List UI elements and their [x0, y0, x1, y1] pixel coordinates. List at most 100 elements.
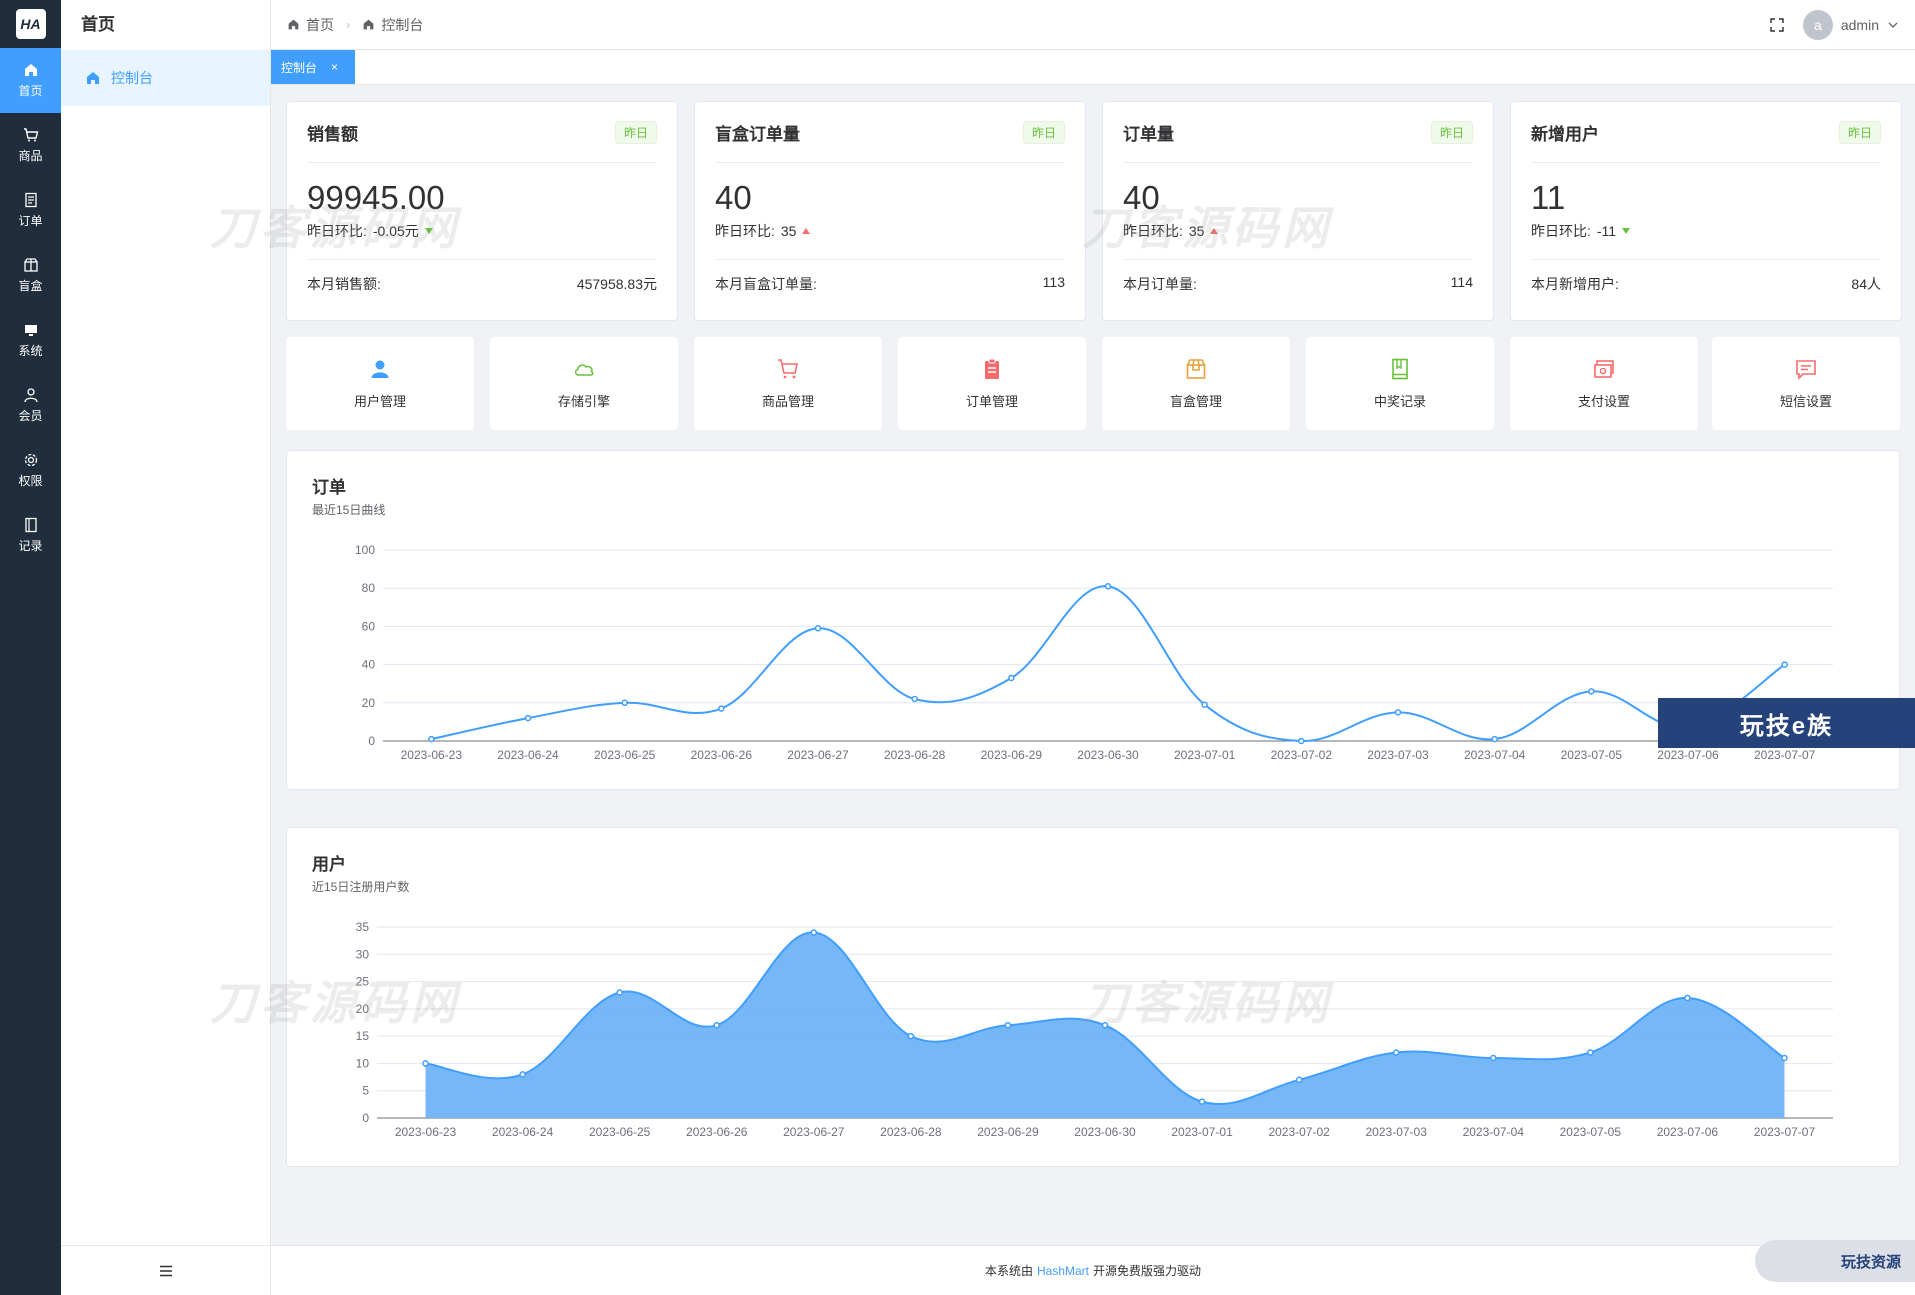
breadcrumb: 首页 › 控制台: [287, 15, 423, 35]
x-tick-label: 2023-06-25: [589, 1125, 651, 1139]
stat-title: 订单量: [1123, 124, 1174, 144]
quick-link-goods[interactable]: 商品管理: [694, 337, 882, 430]
rail-item-label: 系统: [18, 344, 43, 358]
compare-value: 35: [1188, 223, 1205, 239]
period-badge: 昨日: [1838, 120, 1881, 144]
y-tick-label: 80: [362, 581, 376, 595]
data-point: [1490, 1054, 1497, 1062]
data-point: [1008, 674, 1015, 682]
x-tick-label: 2023-07-07: [1754, 748, 1816, 762]
logo-mark: HA: [15, 9, 46, 39]
x-tick-label: 2023-07-06: [1657, 748, 1719, 762]
month-value: 84人: [1851, 276, 1881, 292]
period-badge: 昨日: [1022, 120, 1065, 144]
rail-item-members[interactable]: 会员: [0, 373, 61, 438]
month-value: 457958.83元: [576, 276, 657, 292]
user-menu[interactable]: a admin: [1802, 9, 1899, 40]
rail-item-orders[interactable]: 订单: [0, 178, 61, 243]
trend-up-icon: [802, 228, 811, 234]
stat-compare: 昨日环比: -11: [1531, 221, 1881, 260]
cart-icon: [23, 128, 38, 142]
fullscreen-icon[interactable]: [1769, 17, 1785, 33]
data-point: [422, 1060, 429, 1067]
y-tick-label: 20: [356, 1002, 370, 1016]
data-point: [713, 1021, 720, 1029]
compare-label: 昨日环比:: [1123, 223, 1183, 239]
quick-link-orders[interactable]: 订单管理: [898, 337, 1086, 430]
rail-item-permissions[interactable]: 权限: [0, 438, 61, 503]
month-label: 本月销售额:: [307, 276, 381, 292]
x-tick-label: 2023-06-27: [787, 748, 849, 762]
period-badge: 昨日: [614, 120, 657, 144]
quick-link-blindbox[interactable]: 盲盒管理: [1102, 337, 1290, 430]
rail-item-goods[interactable]: 商品: [0, 113, 61, 178]
close-icon[interactable]: ×: [331, 60, 338, 74]
y-tick-label: 25: [356, 975, 370, 989]
data-point: [911, 695, 918, 703]
stat-compare: 昨日环比: 35: [715, 221, 1065, 260]
month-label: 本月订单量:: [1123, 276, 1197, 292]
footer-prefix: 本系统由: [984, 1264, 1033, 1278]
breadcrumb-home[interactable]: 首页: [306, 15, 334, 35]
month-label: 本月盲盒订单量:: [715, 276, 817, 292]
submenu-item-dashboard[interactable]: 控制台: [61, 50, 270, 106]
stat-value: 11: [1531, 179, 1566, 216]
stat-compare: 昨日环比: 35: [1123, 221, 1473, 260]
quick-link-sms[interactable]: 短信设置: [1712, 337, 1900, 430]
x-tick-label: 2023-06-30: [1077, 748, 1139, 762]
quick-link-payment[interactable]: 支付设置: [1510, 337, 1698, 430]
home-icon: [288, 19, 299, 30]
data-point: [1201, 701, 1208, 708]
x-tick-label: 2023-07-04: [1464, 748, 1526, 762]
y-tick-label: 100: [355, 543, 375, 557]
rail-item-blindbox[interactable]: 盲盒: [0, 243, 61, 308]
quick-link-label: 存储引擎: [557, 394, 610, 409]
quick-link-user-management[interactable]: 用户管理: [286, 337, 474, 430]
y-tick-label: 15: [356, 1029, 370, 1043]
quick-link-prize-records[interactable]: 中奖记录: [1306, 337, 1494, 430]
compare-label: 昨日环比:: [307, 223, 367, 239]
collapse-toggle[interactable]: [61, 1245, 271, 1295]
gear-icon: [24, 453, 37, 467]
quick-link-label: 支付设置: [1577, 394, 1630, 409]
trend-down-icon: [424, 228, 433, 234]
logo[interactable]: HA: [0, 0, 61, 48]
x-tick-label: 2023-07-02: [1268, 1125, 1330, 1139]
stat-title: 销售额: [307, 124, 358, 144]
x-tick-label: 2023-06-24: [497, 748, 559, 762]
y-tick-label: 60: [362, 619, 376, 633]
data-point: [1101, 1021, 1109, 1029]
footer-suffix: 开源免费版强力驱动: [1093, 1264, 1202, 1278]
data-point: [519, 1071, 526, 1078]
quick-link-storage[interactable]: 存储引擎: [490, 337, 678, 430]
x-tick-label: 2023-07-07: [1754, 1125, 1816, 1139]
stat-card-blindbox-orders: 盲盒订单量 昨日 40 昨日环比: 35 本月盲盒订单量: 113: [694, 101, 1086, 321]
monitor-icon: [24, 325, 37, 336]
x-tick-label: 2023-06-26: [691, 748, 753, 762]
y-tick-label: 0: [362, 1111, 369, 1125]
data-point: [1004, 1021, 1012, 1029]
rail-item-home[interactable]: 首页: [0, 48, 61, 113]
rail-item-system[interactable]: 系统: [0, 308, 61, 373]
user-icon: [23, 388, 38, 403]
home-icon: [363, 19, 374, 30]
stat-month: 本月销售额: 457958.83元: [307, 274, 657, 294]
compare-value: 35: [780, 223, 797, 239]
x-tick-label: 2023-07-01: [1171, 1125, 1233, 1139]
data-point: [1394, 709, 1402, 716]
tab-dashboard[interactable]: 控制台 ×: [271, 50, 355, 84]
data-point: [814, 625, 822, 632]
notebook-icon: [24, 517, 37, 533]
x-tick-label: 2023-07-06: [1657, 1125, 1719, 1139]
cloud-icon: [574, 364, 594, 376]
quick-link-label: 盲盒管理: [1169, 394, 1222, 409]
footer: 本系统由 HashMart 开源免费版强力驱动: [271, 1245, 1915, 1295]
corner-badge: 玩技资源: [1755, 1240, 1915, 1282]
rail-item-records[interactable]: 记录: [0, 503, 61, 568]
footer-brand-link[interactable]: HashMart: [1037, 1264, 1089, 1278]
x-tick-label: 2023-06-24: [492, 1125, 554, 1139]
quick-link-label: 短信设置: [1779, 394, 1832, 409]
rail-item-label: 权限: [18, 474, 43, 488]
y-tick-label: 40: [362, 658, 376, 672]
menu-fold-icon: [160, 1265, 172, 1276]
